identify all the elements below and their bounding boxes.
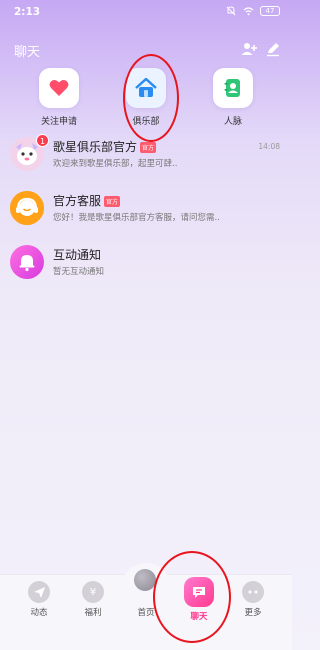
official-tag: 官方 — [104, 196, 121, 207]
chat-preview: 暂无互动通知 — [53, 267, 105, 277]
chat-preview: 您好！我是歌星俱乐部官方客服，请问您需.. — [53, 213, 220, 223]
chat-bubble-icon — [184, 577, 214, 607]
mute-icon — [226, 6, 237, 16]
tab-label: 福利 — [84, 608, 102, 618]
add-person-icon[interactable] — [240, 40, 258, 58]
tab-more[interactable]: 更多 — [228, 581, 278, 618]
chat-item-customer-service[interactable]: 官方客服 官方 您好！我是歌星俱乐部官方客服，请问您需.. — [0, 188, 292, 242]
club-button[interactable]: 俱乐部 — [111, 68, 181, 127]
status-bar: 2:13 47 — [0, 0, 292, 26]
tab-welfare[interactable]: ¥ 福利 — [68, 581, 118, 618]
chat-name: 官方客服 官方 — [53, 192, 121, 209]
wifi-icon — [243, 6, 254, 16]
pencil-icon[interactable] — [264, 40, 282, 58]
tab-label: 动态 — [30, 608, 48, 618]
chat-name-text: 互动通知 — [53, 248, 102, 262]
chat-list: 1 歌星俱乐部官方 官方 欢迎来到歌星俱乐部，起里可肆.. 14:08 官方客服官… — [0, 134, 292, 296]
paper-plane-icon — [28, 581, 50, 603]
page-title: 聊天 — [14, 45, 41, 60]
house-icon — [126, 68, 166, 108]
heart-icon — [39, 68, 79, 108]
chat-time: 14:08 — [258, 142, 280, 151]
chat-item-club-official[interactable]: 1 歌星俱乐部官方 官方 欢迎来到歌星俱乐部，起里可肆.. 14:08 — [0, 134, 292, 188]
tab-label: 首页 — [137, 608, 155, 618]
battery-indicator: 47 — [260, 6, 280, 16]
tab-label: 更多 — [244, 608, 262, 618]
club-label: 俱乐部 — [132, 117, 160, 127]
bell-avatar — [10, 245, 44, 279]
headset-avatar — [10, 191, 44, 225]
follow-requests-button[interactable]: 关注申请 — [24, 68, 94, 127]
contacts-label: 人脉 — [223, 117, 242, 127]
chat-preview: 欢迎来到歌星俱乐部，起里可肆.. — [53, 159, 178, 169]
chat-name: 互动通知 — [53, 246, 101, 263]
chat-name: 歌星俱乐部官方 官方 — [53, 138, 157, 155]
tab-feed[interactable]: 动态 — [14, 581, 64, 618]
yen-icon: ¥ — [82, 581, 104, 603]
follow-requests-label: 关注申请 — [40, 117, 77, 127]
tab-home[interactable]: 首页 — [121, 581, 171, 618]
tab-chat[interactable]: 聊天 — [174, 577, 224, 622]
chat-name-text: 官方客服 — [53, 194, 102, 208]
contacts-button[interactable]: 人脉 — [198, 68, 268, 127]
status-icons: 47 — [226, 6, 280, 16]
quick-actions: 关注申请 俱乐部 人脉 — [0, 68, 292, 130]
tab-bar: 动态 ¥ 福利 首页 聊天 更多 — [0, 563, 292, 650]
more-dots-icon — [242, 581, 264, 603]
home-icon-spacer — [121, 581, 171, 603]
header: 聊天 — [0, 36, 292, 64]
official-tag: 官方 — [140, 142, 157, 153]
unread-badge: 1 — [36, 134, 49, 147]
contacts-book-icon — [213, 68, 253, 108]
chat-item-notifications[interactable]: 互动通知 暂无互动通知 — [0, 242, 292, 296]
status-time: 2:13 — [14, 6, 41, 18]
chat-name-text: 歌星俱乐部官方 — [53, 140, 138, 154]
tab-label: 聊天 — [190, 612, 208, 622]
